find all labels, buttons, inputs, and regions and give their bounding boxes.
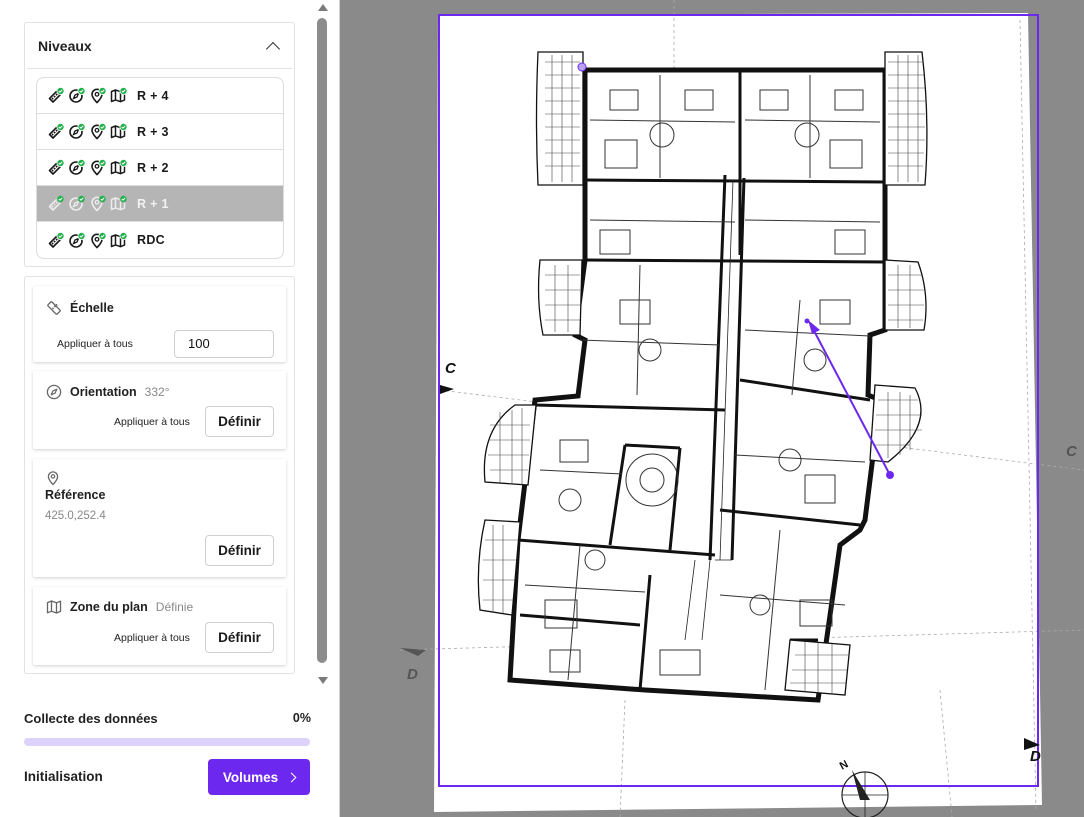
scale-title: Échelle xyxy=(70,301,114,315)
map-check-icon xyxy=(110,159,128,176)
ruler-check-icon xyxy=(47,123,65,140)
reference-define-button[interactable]: Définir xyxy=(205,535,274,566)
compass-icon xyxy=(46,384,62,400)
pin-check-icon xyxy=(89,123,107,140)
compass-check-icon xyxy=(68,195,86,212)
data-collection-label: Collecte des données xyxy=(24,711,158,726)
map-check-icon xyxy=(110,87,128,104)
sidebar-scroll-area: Niveaux R + 4 R + 3 R + 2 R + 1 RDC Échelle … xyxy=(0,0,314,690)
map-pin-icon xyxy=(45,470,61,486)
scale-title-row: Échelle xyxy=(46,300,114,316)
pin-check-icon xyxy=(89,159,107,176)
levels-panel: Niveaux R + 4 R + 3 R + 2 R + 1 RDC xyxy=(24,22,295,267)
data-collection-percent: 0% xyxy=(292,711,311,725)
map-check-icon xyxy=(110,123,128,140)
pin-check-icon xyxy=(89,195,107,212)
levels-panel-header[interactable]: Niveaux xyxy=(27,23,292,69)
orientation-title: Orientation xyxy=(70,385,137,399)
chevron-up-icon[interactable] xyxy=(265,41,281,56)
scale-card: Échelle Appliquer à tous 100 xyxy=(33,286,286,362)
orientation-title-row: Orientation 332° xyxy=(46,384,170,400)
ruler-check-icon xyxy=(47,87,65,104)
step-label: Initialisation xyxy=(24,769,103,784)
ruler-icon xyxy=(46,300,62,316)
compass-check-icon xyxy=(68,231,86,249)
level-label: R + 2 xyxy=(137,160,169,175)
level-item[interactable]: R + 2 xyxy=(37,150,283,186)
compass-check-icon xyxy=(68,123,86,140)
compass-check-icon xyxy=(68,87,86,104)
plan-zone-apply-all-label: Appliquer à tous xyxy=(114,632,190,644)
level-item[interactable]: R + 1 xyxy=(37,186,283,222)
plan-zone-status: Définie xyxy=(155,600,194,614)
volumes-button[interactable]: Volumes xyxy=(208,759,310,795)
reference-title: Référence xyxy=(45,488,106,502)
scale-input[interactable]: 100 xyxy=(174,330,274,358)
level-status-icons xyxy=(47,231,128,249)
scale-apply-all-label: Appliquer à tous xyxy=(57,338,133,350)
pin-check-icon xyxy=(89,87,107,104)
map-check-icon xyxy=(110,195,128,212)
ruler-check-icon xyxy=(47,195,65,212)
reference-value: 425.0,252.4 xyxy=(45,510,106,522)
orientation-define-button[interactable]: Définir xyxy=(205,406,274,437)
sidebar: Niveaux R + 4 R + 3 R + 2 R + 1 RDC Échelle … xyxy=(0,0,340,817)
level-item[interactable]: RDC xyxy=(37,222,283,258)
section-label-c-right: C xyxy=(1066,443,1078,460)
pin-check-icon xyxy=(89,231,107,249)
level-label: R + 3 xyxy=(137,124,169,139)
compass-check-icon xyxy=(68,159,86,176)
level-status-icons xyxy=(47,123,128,140)
orientation-value: 332° xyxy=(144,385,170,399)
reference-card: Référence 425.0,252.4 Définir xyxy=(33,459,286,577)
map-check-icon xyxy=(110,231,128,249)
orientation-card: Orientation 332° Appliquer à tous Défini… xyxy=(33,371,286,449)
volumes-button-label: Volumes xyxy=(222,769,279,785)
section-label-d-left: D xyxy=(407,666,418,683)
sidebar-scrollbar[interactable] xyxy=(316,0,330,690)
level-settings-panel: Échelle Appliquer à tous 100 Orientation… xyxy=(24,276,295,674)
floor-plan-drawing[interactable]: C C D D N xyxy=(340,0,1084,817)
ruler-check-icon xyxy=(47,231,65,249)
level-status-icons xyxy=(47,195,128,212)
progress-track xyxy=(24,738,310,746)
level-label: RDC xyxy=(137,233,165,247)
scroll-up-arrow-icon[interactable] xyxy=(318,4,328,11)
chevron-right-icon xyxy=(286,772,297,782)
level-status-icons xyxy=(47,87,128,104)
section-label-d-right: D xyxy=(1030,748,1041,765)
level-status-icons xyxy=(47,159,128,176)
scroll-down-arrow-icon[interactable] xyxy=(318,677,328,684)
orientation-apply-all-label: Appliquer à tous xyxy=(114,416,190,428)
scrollbar-thumb[interactable] xyxy=(317,18,327,663)
zone-corner-handle[interactable] xyxy=(577,62,587,72)
level-label: R + 4 xyxy=(137,88,169,103)
plan-zone-define-button[interactable]: Définir xyxy=(205,622,274,653)
plan-zone-title: Zone du plan xyxy=(70,600,148,614)
level-label: R + 1 xyxy=(137,196,169,211)
plan-zone-title-row: Zone du plan Définie xyxy=(46,599,193,615)
section-label-c-left: C xyxy=(445,360,457,377)
map-icon xyxy=(46,599,62,615)
level-item[interactable]: R + 3 xyxy=(37,114,283,150)
ruler-check-icon xyxy=(47,159,65,176)
level-list: R + 4 R + 3 R + 2 R + 1 RDC xyxy=(36,77,284,259)
plan-canvas[interactable]: C C D D N xyxy=(340,0,1084,817)
level-item[interactable]: R + 4 xyxy=(37,78,283,114)
plan-zone-card: Zone du plan Définie Appliquer à tous Dé… xyxy=(33,587,286,665)
levels-panel-title: Niveaux xyxy=(38,37,92,54)
